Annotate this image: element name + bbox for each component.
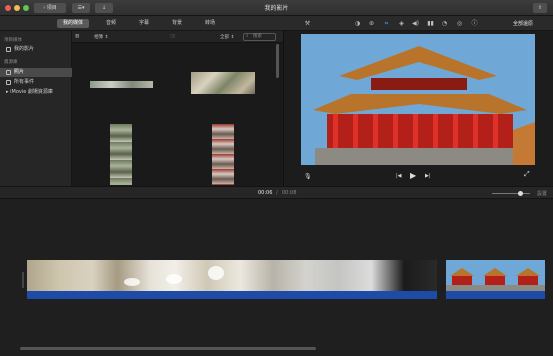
video-clip[interactable] — [27, 260, 437, 291]
microphone-icon[interactable]: 🎙︎ — [304, 173, 312, 180]
timeline-header-bar: 00:06 / 00:08 設置 — [0, 186, 553, 199]
media-thumbnail[interactable] — [191, 72, 255, 94]
up-down-arrows-icon: ⇕ — [230, 35, 235, 40]
share-button[interactable]: ⇪ — [533, 3, 547, 13]
film-icon — [6, 47, 11, 52]
magic-wand-icon[interactable]: ⚒ — [304, 20, 311, 27]
sidebar-item-imovie-library[interactable]: ▸ iMovie 劇場資源庫 — [0, 88, 72, 97]
color-balance-icon[interactable]: ◑ — [354, 20, 361, 27]
settings-button[interactable]: 設置 — [537, 190, 547, 197]
events-icon — [6, 80, 11, 85]
audio-track[interactable] — [446, 291, 545, 299]
total-timecode: 00:08 — [282, 190, 297, 196]
sidebar-item-label: 我的影片 — [14, 46, 35, 52]
media-thumbnail[interactable] — [110, 124, 132, 185]
tab-backgrounds[interactable]: 背景 — [166, 19, 188, 28]
play-button[interactable]: ▶ — [410, 172, 416, 180]
timeline-scrollbar[interactable] — [20, 347, 316, 350]
window-title: 我的影片 — [264, 5, 289, 12]
skip-back-button[interactable]: |◀ — [396, 173, 402, 180]
search-placeholder: 搜索 — [253, 34, 262, 39]
sidebar-item-photos[interactable]: 照片 — [0, 68, 72, 77]
album-filter-label: 相簿 — [94, 35, 103, 40]
clip-frame-glow — [208, 266, 224, 280]
media-thumbnail[interactable] — [212, 124, 234, 185]
clip-frame-glow — [124, 278, 140, 286]
reset-all-button[interactable]: 全部還原 — [513, 20, 533, 27]
zoom-slider-knob[interactable] — [518, 191, 523, 196]
crop-icon[interactable]: ⌗ — [383, 20, 390, 27]
project-media-header: 項目媒体 — [4, 38, 22, 43]
library-sidebar: 項目媒体 我的影片 資源庫 照片 所有事件 ▸ iMovie 劇場資源庫 — [0, 31, 72, 186]
info-icon[interactable]: ⓘ — [471, 20, 478, 27]
browser-toolbar: ▥ 相簿 ⇕ ▯▯ 全部 ⇕ ⌕ 搜索 — [72, 31, 283, 43]
libraries-header: 資源庫 — [4, 60, 18, 65]
sidebar-item-label: iMovie 劇場資源庫 — [10, 89, 53, 95]
sidebar-item-label: 所有事件 — [14, 79, 35, 85]
skip-forward-button[interactable]: ▶| — [425, 173, 431, 180]
show-all-dropdown[interactable]: 全部 ⇕ — [220, 34, 234, 40]
tab-my-media[interactable]: 我的媒体 — [57, 19, 89, 28]
photo-clip[interactable] — [446, 260, 545, 291]
show-all-label: 全部 — [220, 35, 229, 40]
zoom-slider[interactable] — [492, 193, 530, 194]
tab-transitions[interactable]: 转场 — [199, 19, 221, 28]
fullscreen-icon[interactable]: ⤢ — [524, 171, 530, 178]
clip-frame-glow — [166, 274, 182, 284]
sidebar-item-all-events[interactable]: 所有事件 — [0, 78, 72, 87]
title-bar: ‹ 項目 ☰▾ ↓ 我的影片 ⇪ — [0, 0, 553, 16]
tab-audio[interactable]: 音频 — [100, 19, 122, 28]
album-filter-dropdown[interactable]: 相簿 ⇕ — [94, 34, 108, 40]
current-timecode: 00:06 — [258, 190, 273, 196]
search-icon: ⌕ — [246, 34, 249, 39]
search-field[interactable]: ⌕ 搜索 — [243, 33, 276, 41]
sidebar-toggle-icon[interactable]: ▥ — [75, 34, 79, 39]
timecode-separator: / — [276, 190, 278, 196]
sidebar-item-label: 照片 — [14, 69, 25, 75]
share-icon: ⇪ — [537, 5, 543, 11]
media-browser: ▥ 相簿 ⇕ ▯▯ 全部 ⇕ ⌕ 搜索 — [72, 31, 283, 186]
tab-titles[interactable]: 字幕 — [133, 19, 155, 28]
preview-frame — [301, 34, 535, 165]
timeline-start-handle[interactable] — [22, 272, 24, 288]
media-thumbnail[interactable] — [90, 81, 153, 88]
color-correction-icon[interactable]: ⊛ — [368, 20, 375, 27]
photos-icon — [6, 70, 11, 75]
clip-size-slider[interactable]: ▯▯ — [170, 34, 175, 39]
speed-icon[interactable]: ◔ — [441, 20, 448, 27]
main-toolbar: 我的媒体 音频 字幕 背景 转场 ⚒ ◑ ⊛ ⌗ ◈ ◀) ▮▮ ◔ ◎ ⓘ 全… — [0, 16, 553, 31]
noise-reduction-icon[interactable]: ▮▮ — [427, 20, 434, 27]
audio-track[interactable] — [27, 291, 437, 299]
viewer-panel: 🎙︎ |◀ ▶ ▶| ⤢ — [283, 31, 553, 186]
timeline — [0, 199, 553, 356]
filter-icon[interactable]: ◎ — [456, 20, 463, 27]
palace-clip-thumbnail — [446, 268, 545, 291]
volume-icon[interactable]: ◀) — [412, 20, 419, 27]
sidebar-item-my-movie[interactable]: 我的影片 — [0, 45, 72, 54]
up-down-arrows-icon: ⇕ — [104, 35, 109, 40]
browser-scrollbar[interactable] — [276, 44, 279, 78]
imovie-window: ‹ 項目 ☰▾ ↓ 我的影片 ⇪ 我的媒体 音频 字幕 背景 转场 ⚒ ◑ ⊛ … — [0, 0, 553, 356]
stabilization-icon[interactable]: ◈ — [398, 20, 405, 27]
